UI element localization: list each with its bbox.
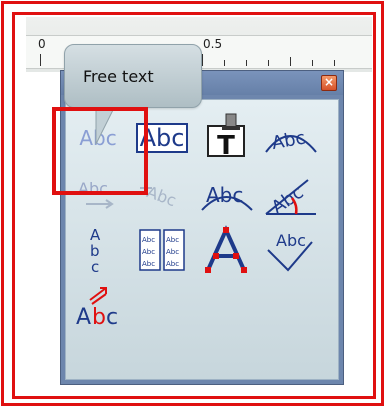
text-arc-tool[interactable]: Abc	[196, 168, 256, 220]
table-text-icon: Abc Abc Abc Abc Abc Abc	[139, 229, 185, 271]
vertical-stack-text-icon: A b c	[90, 226, 101, 276]
tooltip: Free text	[64, 44, 202, 108]
svg-text:b: b	[92, 305, 106, 330]
svg-text:Abc: Abc	[166, 248, 179, 256]
ruler-label-start: 0	[38, 37, 46, 51]
outline-letter-icon	[205, 225, 247, 273]
ruler-tick	[312, 60, 313, 66]
ruler-tick	[224, 60, 225, 66]
ruler-tick	[268, 60, 269, 66]
highlight-box	[52, 107, 148, 195]
text-swap-icon: A b c	[76, 287, 118, 330]
close-button[interactable]: ×	[321, 75, 337, 91]
text-arc-icon: Abc	[201, 183, 253, 211]
svg-text:Abc: Abc	[142, 248, 155, 256]
svg-text:Abc: Abc	[206, 183, 243, 207]
svg-text:Abc: Abc	[144, 182, 179, 210]
svg-text:c: c	[91, 258, 99, 276]
svg-text:Abc: Abc	[166, 236, 179, 244]
text-angle-icon: Abc	[265, 179, 316, 218]
ruler-tick	[334, 60, 335, 66]
table-text-tool[interactable]: Abc Abc Abc Abc Abc Abc	[132, 224, 192, 276]
tooltip-text: Free text	[83, 67, 154, 86]
text-v-shape-icon: Abc	[267, 231, 313, 272]
ruler-tick	[290, 57, 291, 66]
vertical-stack-text-tool[interactable]: A b c	[68, 224, 128, 276]
ruler-tick	[246, 60, 247, 66]
curved-text-icon: Abc	[265, 127, 317, 154]
svg-text:c: c	[106, 305, 118, 330]
ruler-tick	[40, 54, 41, 66]
ruler-label-mid: 0.5	[203, 37, 223, 51]
svg-text:A: A	[76, 305, 91, 330]
svg-text:Abc: Abc	[270, 127, 307, 154]
curved-text-tool[interactable]: Abc	[260, 112, 320, 164]
svg-text:Abc: Abc	[142, 236, 155, 244]
text-angle-tool[interactable]: Abc	[260, 168, 320, 220]
svg-text:Abc: Abc	[142, 260, 155, 268]
svg-text:Abc: Abc	[166, 260, 179, 268]
text-swap-tool[interactable]: A b c	[68, 280, 128, 332]
svg-text:Abc: Abc	[276, 231, 306, 250]
text-v-shape-tool[interactable]: Abc	[260, 224, 320, 276]
ruler-tick	[202, 54, 203, 66]
outline-letter-tool[interactable]	[196, 224, 256, 276]
vertical-text-tool[interactable]: T	[196, 112, 256, 164]
